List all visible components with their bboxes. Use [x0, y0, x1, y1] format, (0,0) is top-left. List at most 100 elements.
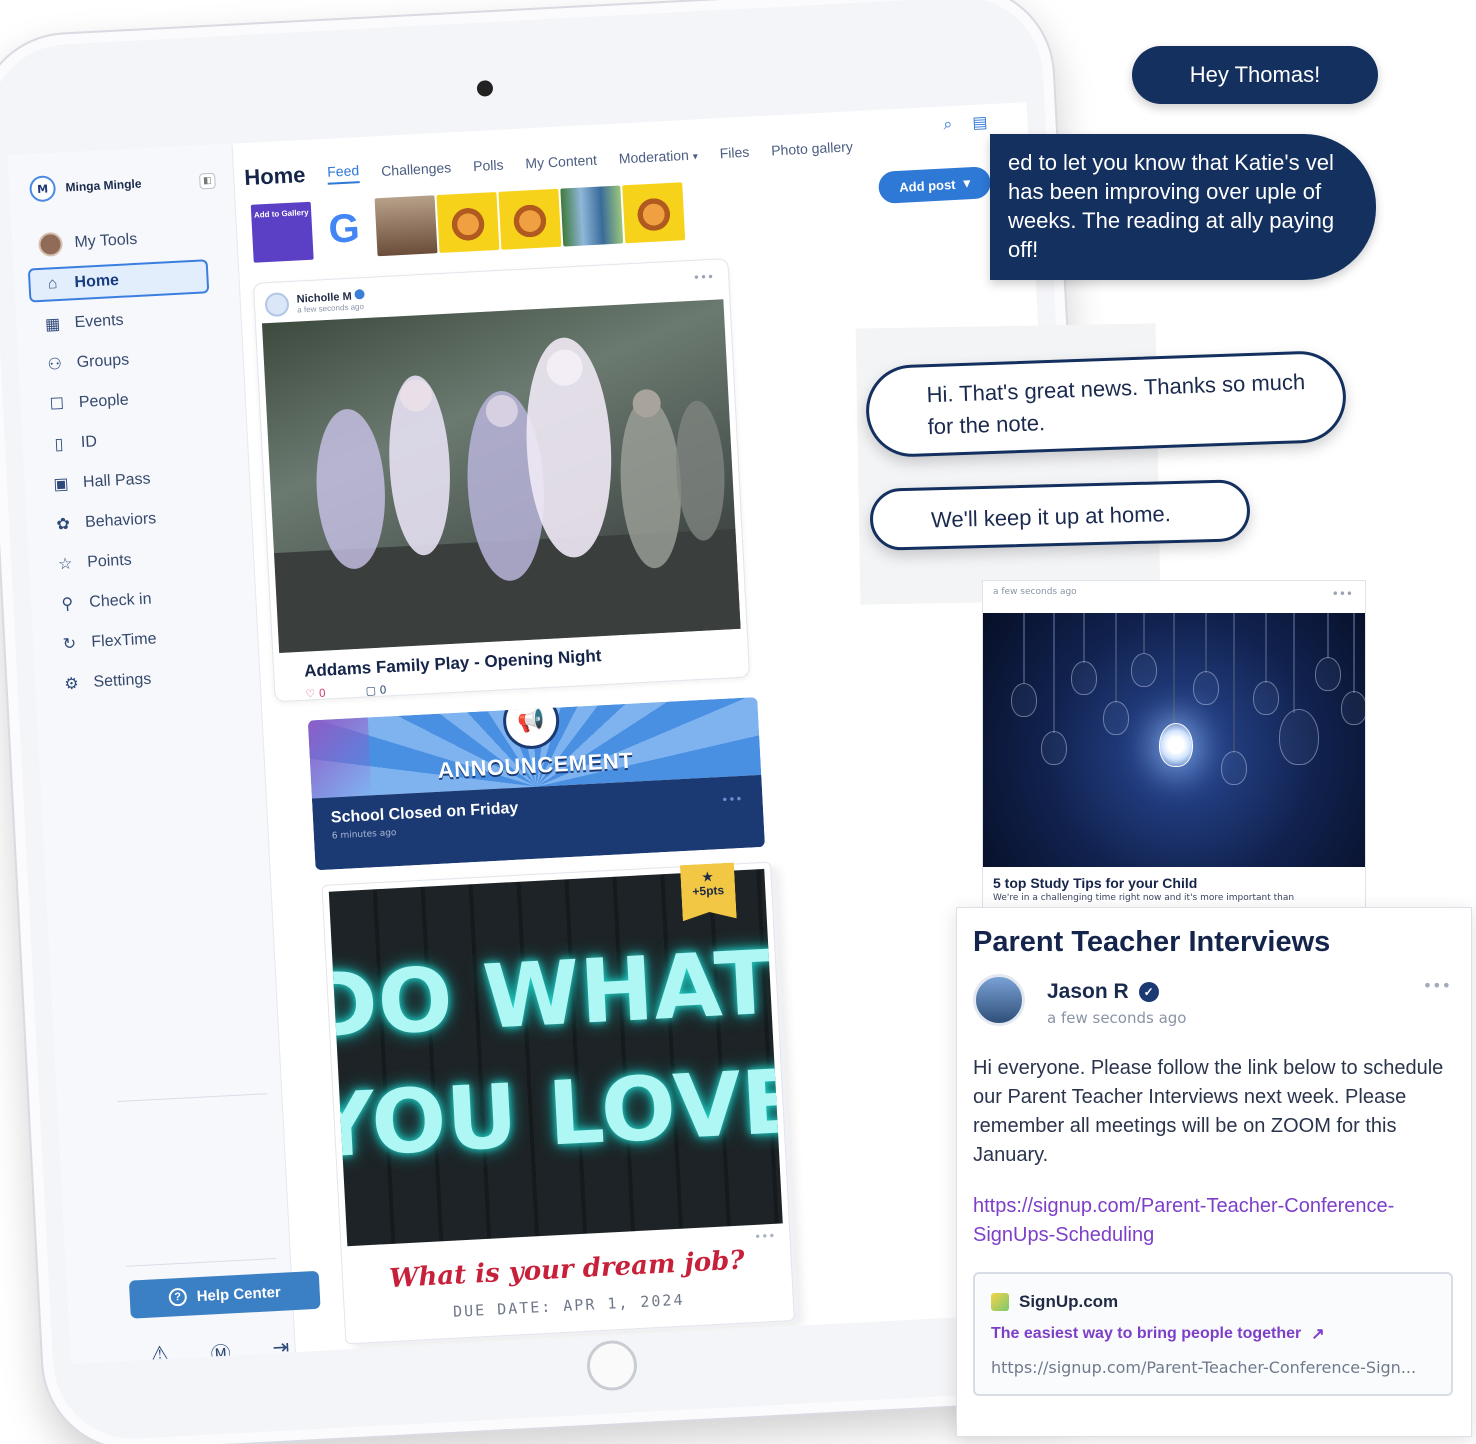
- comment-button[interactable]: ▢ 0: [365, 683, 387, 697]
- tab-my-content[interactable]: My Content: [525, 152, 597, 172]
- neon-text-line: YOU LOVE: [328, 1049, 783, 1178]
- sidebar-item-settings[interactable]: ⚙ Settings: [49, 659, 231, 702]
- lion-mascot-image: [634, 193, 673, 232]
- sidebar-item-label: People: [78, 391, 130, 412]
- chevron-down-icon: ▾: [963, 175, 971, 191]
- comment-icon: ▢: [365, 683, 377, 698]
- sidebar-item-events[interactable]: ▦ Events: [30, 299, 212, 342]
- sidebar-item-label: Check in: [88, 590, 152, 611]
- sidebar-item-points[interactable]: ☆ Points: [42, 539, 224, 582]
- sidebar-item-home[interactable]: ⌂ Home: [27, 259, 210, 303]
- gear-icon: ⚙: [63, 675, 80, 694]
- preview-tagline[interactable]: The easiest way to bring people together…: [991, 1324, 1325, 1344]
- more-options-icon[interactable]: •••: [1332, 587, 1353, 601]
- tab-feed[interactable]: Feed: [326, 161, 360, 185]
- feed-post[interactable]: Nicholle M a few seconds ago ••• Addams …: [252, 257, 751, 703]
- more-options-icon[interactable]: •••: [1423, 976, 1451, 995]
- parent-teacher-post-card[interactable]: Parent Teacher Interviews Jason R ✓ a fe…: [956, 907, 1472, 1437]
- tab-challenges[interactable]: Challenges: [381, 159, 452, 179]
- add-to-gallery-button[interactable]: Add to Gallery: [250, 201, 314, 263]
- more-options-icon[interactable]: •••: [693, 270, 715, 285]
- collapse-sidebar-icon[interactable]: ◧: [199, 172, 216, 190]
- post-author[interactable]: Jason R ✓: [1047, 980, 1159, 1004]
- post-body: Hi everyone. Please follow the link belo…: [973, 1057, 1444, 1166]
- calendar-icon: ▦: [44, 315, 61, 334]
- challenge-card[interactable]: DO WHAT YOU LOVE ★ +5pts ••• What is you…: [321, 861, 795, 1345]
- gallery-thumb[interactable]: G: [312, 198, 376, 260]
- lion-mascot-image: [449, 203, 487, 242]
- sidebar-item-label: Events: [74, 311, 124, 332]
- post-meta: Nicholle M a few seconds ago: [296, 289, 365, 315]
- behaviors-icon: ✿: [56, 515, 71, 534]
- gallery-thumb[interactable]: [436, 191, 500, 254]
- sidebar-item-label: Points: [86, 551, 133, 571]
- tab-photo-gallery[interactable]: Photo gallery: [771, 138, 853, 158]
- like-count: 0: [318, 686, 327, 700]
- stage: M Minga Mingle ◧ My Tools ⌂ Home ▦ Event…: [0, 0, 1476, 1444]
- top-icons: ⌕ ▤: [943, 112, 988, 134]
- points-label: +5pts: [692, 883, 725, 899]
- page-title: Home: [243, 161, 306, 191]
- sidebar-item-my-tools[interactable]: My Tools: [26, 219, 208, 262]
- sidebar-nav: My Tools ⌂ Home ▦ Events ⚇ Groups ☐ Peop…: [26, 219, 231, 708]
- sidebar-item-id[interactable]: ▯ ID: [36, 419, 218, 462]
- stage-play-photo: [273, 337, 741, 653]
- avatar[interactable]: [264, 292, 290, 318]
- preview-tagline-text: The easiest way to bring people together: [991, 1325, 1302, 1342]
- add-post-button[interactable]: Add post ▾: [877, 166, 992, 204]
- star-icon: ☆: [57, 555, 73, 574]
- messages-icon[interactable]: ▤: [972, 112, 988, 133]
- id-icon: ▯: [54, 435, 64, 454]
- study-tips-card[interactable]: a few seconds ago ••• 5 top Study Tips f…: [982, 580, 1366, 910]
- preview-site-name: SignUp.com: [1019, 1292, 1119, 1311]
- sidebar-item-label: Groups: [76, 351, 130, 372]
- divider: [117, 1093, 268, 1103]
- hall-pass-icon: ▣: [53, 475, 70, 494]
- brand-name: Minga Mingle: [65, 176, 142, 195]
- sidebar-item-groups[interactable]: ⚇ Groups: [32, 339, 214, 382]
- gallery-thumb[interactable]: [560, 185, 624, 247]
- chat-bubble-sent: Hi. That's great news. Thanks so much fo…: [864, 349, 1348, 459]
- sidebar-item-hall-pass[interactable]: ▣ Hall Pass: [38, 459, 220, 502]
- sidebar-item-label: Behaviors: [84, 510, 157, 531]
- tab-moderation-label: Moderation: [618, 146, 690, 167]
- sidebar-item-flextime[interactable]: ↻ FlexTime: [47, 619, 229, 662]
- help-center-label: Help Center: [196, 1283, 282, 1305]
- gallery-thumb[interactable]: [498, 188, 562, 250]
- more-options-icon[interactable]: •••: [721, 792, 743, 807]
- sidebar-item-label: Settings: [93, 670, 152, 691]
- sidebar-item-behaviors[interactable]: ✿ Behaviors: [40, 499, 222, 542]
- sidebar-item-label: Home: [74, 271, 120, 292]
- link-preview[interactable]: SignUp.com The easiest way to bring peop…: [973, 1272, 1453, 1396]
- like-button[interactable]: ♡ 0: [305, 687, 326, 701]
- post-image[interactable]: [261, 299, 741, 653]
- preview-url: https://signup.com/Parent-Teacher-Confer…: [991, 1358, 1417, 1377]
- help-icon: ?: [168, 1287, 188, 1307]
- divider: [126, 1257, 276, 1267]
- minga-logo-icon: M: [28, 175, 57, 203]
- signup-link[interactable]: https://signup.com/Parent-Teacher-Confer…: [973, 1192, 1453, 1250]
- preview-site: SignUp.com: [991, 1292, 1118, 1312]
- gallery-thumb[interactable]: [374, 195, 438, 257]
- brand[interactable]: M Minga Mingle: [28, 171, 142, 203]
- tips-description: We're in a challenging time right now an…: [993, 893, 1295, 903]
- sidebar-item-people[interactable]: ☐ People: [34, 379, 216, 422]
- tab-files[interactable]: Files: [719, 144, 749, 162]
- verified-icon: [354, 289, 365, 300]
- sidebar-item-label: ID: [80, 433, 98, 452]
- help-center-button[interactable]: ? Help Center: [128, 1270, 321, 1319]
- post-title: Parent Teacher Interviews: [973, 926, 1331, 958]
- chat-bubble-sent: We'll keep it up at home.: [869, 479, 1251, 551]
- more-options-icon[interactable]: •••: [754, 1229, 776, 1244]
- sidebar-item-check-in[interactable]: ⚲ Check in: [45, 579, 227, 622]
- tips-title: 5 top Study Tips for your Child: [993, 875, 1198, 891]
- tab-moderation[interactable]: Moderation ▾: [618, 146, 698, 167]
- tips-time: a few seconds ago: [993, 587, 1077, 597]
- external-link-icon: ↗: [1311, 1326, 1325, 1343]
- tab-polls[interactable]: Polls: [473, 157, 504, 175]
- announcement-card[interactable]: 📢 ANNOUNCEMENT School Closed on Friday 6…: [307, 697, 766, 871]
- gallery-thumb[interactable]: [622, 182, 686, 244]
- search-icon[interactable]: ⌕: [943, 114, 953, 134]
- people-icon: ☐: [49, 395, 65, 414]
- avatar[interactable]: [973, 974, 1025, 1026]
